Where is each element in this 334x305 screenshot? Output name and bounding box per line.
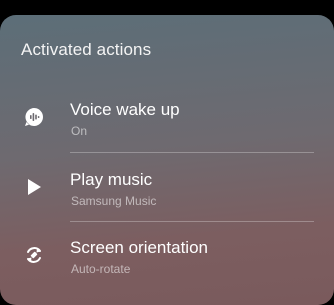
action-item-screen-orientation[interactable]: Screen orientation Auto-rotate <box>0 233 334 299</box>
panel-title: Activated actions <box>21 40 152 59</box>
rotate-icon <box>22 243 46 267</box>
voice-wake-icon <box>22 105 46 129</box>
action-label: Voice wake up <box>70 100 180 119</box>
activated-actions-panel: Activated actions Voice wake up On Play … <box>0 15 334 305</box>
action-status: Auto-rotate <box>71 262 131 276</box>
action-status: On <box>71 124 88 138</box>
divider <box>70 221 314 222</box>
play-icon <box>22 175 46 199</box>
action-label: Play music <box>70 170 153 189</box>
action-status: Samsung Music <box>71 194 157 208</box>
divider <box>70 152 314 153</box>
action-label: Screen orientation <box>70 238 208 257</box>
